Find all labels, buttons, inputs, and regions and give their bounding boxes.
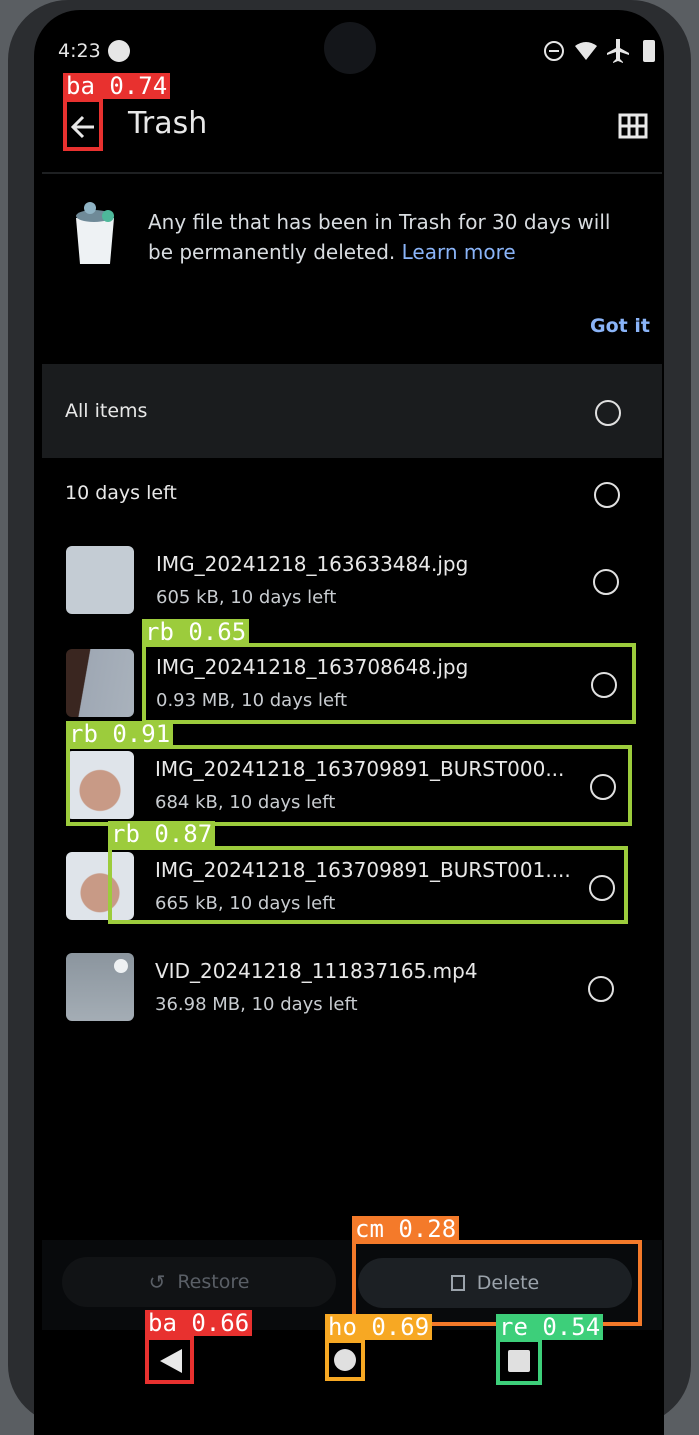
- file-name: IMG_20241218_163708648.jpg: [156, 655, 469, 679]
- list-item[interactable]: IMG_20241218_163708648.jpg 0.93 MB, 10 d…: [42, 643, 662, 727]
- file-meta: 684 kB, 10 days left: [155, 792, 336, 813]
- status-time: 4:23: [58, 40, 101, 62]
- file-radio[interactable]: [588, 976, 614, 1002]
- delete-icon: [450, 1275, 465, 1291]
- header-divider: [42, 172, 662, 174]
- learn-more-link[interactable]: Learn more: [402, 240, 516, 264]
- trash-can-icon: [76, 202, 114, 264]
- video-badge-icon: [114, 959, 128, 973]
- group-radio[interactable]: [594, 482, 620, 508]
- list-item[interactable]: VID_20241218_111837165.mp4 36.98 MB, 10 …: [42, 947, 662, 1031]
- detection-label: ba 0.74: [63, 73, 171, 99]
- grid-view-icon[interactable]: [618, 113, 648, 139]
- file-meta: 36.98 MB, 10 days left: [155, 994, 358, 1015]
- banner-message: Any file that has been in Trash for 30 d…: [148, 207, 638, 267]
- file-name: IMG_20241218_163709891_BURST000...: [155, 757, 565, 781]
- detection-label: rb 0.87: [108, 821, 216, 847]
- file-thumbnail: [66, 649, 134, 717]
- all-items-label: All items: [65, 400, 148, 422]
- detection-label: ba 0.66: [145, 1310, 253, 1336]
- all-items-row[interactable]: All items: [42, 364, 662, 458]
- restore-icon: ↺: [148, 1270, 166, 1294]
- arrow-left-icon[interactable]: [68, 112, 98, 142]
- all-items-radio[interactable]: [595, 400, 621, 426]
- file-radio[interactable]: [591, 672, 617, 698]
- file-meta: 665 kB, 10 days left: [155, 893, 336, 914]
- banner-text: Any file that has been in Trash for 30 d…: [148, 210, 611, 264]
- file-name: IMG_20241218_163709891_BURST001....: [155, 858, 571, 882]
- delete-label: Delete: [476, 1272, 540, 1294]
- group-header-row[interactable]: 10 days left: [42, 462, 662, 528]
- file-radio[interactable]: [590, 774, 616, 800]
- restore-button[interactable]: ↺ Restore: [62, 1257, 336, 1307]
- file-meta: 605 kB, 10 days left: [156, 587, 337, 608]
- app-notification-icon: [108, 40, 130, 62]
- file-thumbnail: [66, 852, 134, 920]
- file-meta: 0.93 MB, 10 days left: [156, 690, 348, 711]
- detection-label: rb 0.91: [66, 721, 174, 747]
- airplane-mode-icon: [607, 39, 629, 63]
- file-radio[interactable]: [593, 569, 619, 595]
- file-name: VID_20241218_111837165.mp4: [155, 959, 478, 983]
- list-item[interactable]: IMG_20241218_163709891_BURST001.... 665 …: [42, 846, 662, 930]
- wifi-icon: [575, 42, 597, 60]
- got-it-button[interactable]: Got it: [590, 315, 650, 337]
- home-circle-icon[interactable]: [334, 1349, 356, 1371]
- file-thumbnail: [66, 546, 134, 614]
- list-item[interactable]: IMG_20241218_163709891_BURST000... 684 k…: [42, 745, 662, 829]
- detection-label: re 0.54: [496, 1314, 604, 1340]
- page-title: Trash: [128, 106, 208, 141]
- battery-icon: [643, 40, 655, 62]
- restore-label: Restore: [177, 1271, 250, 1293]
- file-thumbnail: [66, 751, 134, 819]
- delete-button[interactable]: Delete: [358, 1258, 632, 1308]
- detection-label: rb 0.65: [142, 619, 250, 645]
- front-camera: [324, 22, 376, 74]
- list-item[interactable]: IMG_20241218_163633484.jpg 605 kB, 10 da…: [42, 540, 662, 624]
- file-name: IMG_20241218_163633484.jpg: [156, 552, 469, 576]
- detection-label: cm 0.28: [352, 1216, 460, 1242]
- do-not-disturb-icon: [544, 41, 564, 61]
- file-thumbnail: [66, 953, 134, 1021]
- recents-square-icon[interactable]: [508, 1350, 530, 1372]
- file-radio[interactable]: [589, 875, 615, 901]
- back-triangle-icon[interactable]: [156, 1346, 186, 1376]
- detection-label: ho 0.69: [325, 1314, 433, 1340]
- group-label: 10 days left: [65, 482, 177, 504]
